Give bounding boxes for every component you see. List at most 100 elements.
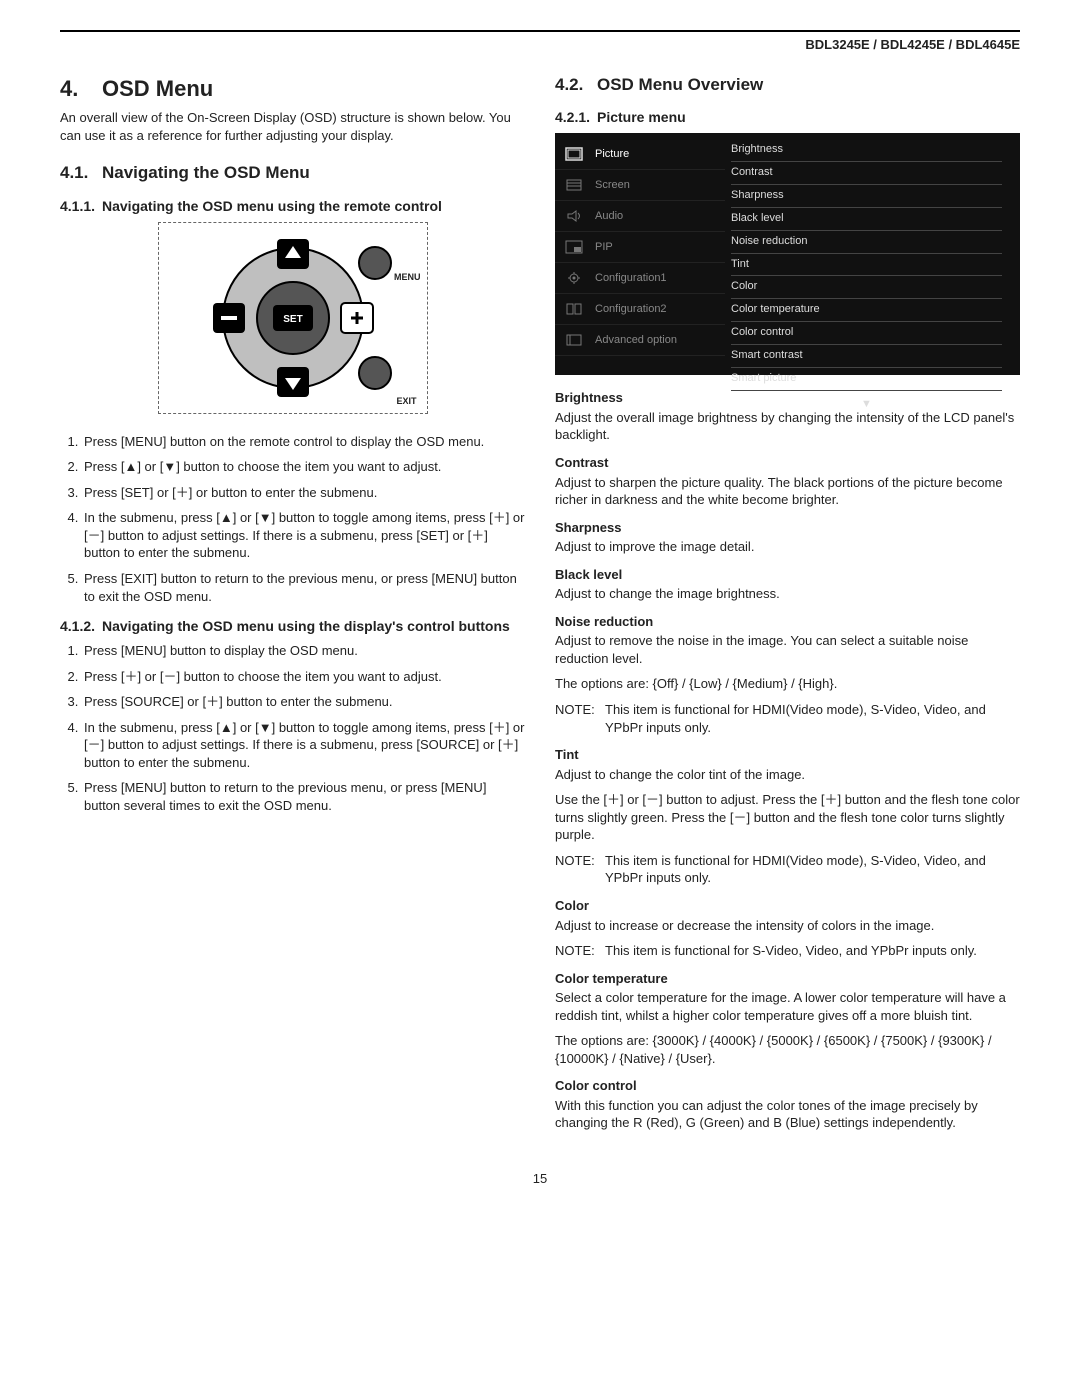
osd-submenu-item: Brightness	[731, 139, 1002, 162]
note-row: NOTE: This item is functional for HDMI(V…	[555, 852, 1020, 887]
osd-menu-label: Advanced option	[595, 333, 677, 348]
note-text: This item is functional for HDMI(Video m…	[605, 852, 1020, 887]
step-item: Press [MENU] button to display the OSD m…	[82, 642, 525, 660]
remote-diagram-container: SET MENU EXIT	[60, 222, 525, 419]
heading-number: 4.2.1.	[555, 108, 597, 127]
def-title: Black level	[555, 566, 1020, 584]
osd-menu-item-advanced: Advanced option	[555, 325, 725, 356]
note-row: NOTE: This item is functional for HDMI(V…	[555, 701, 1020, 736]
def-title: Color	[555, 897, 1020, 915]
step-item: Press [SOURCE] or [＋] button to enter th…	[82, 693, 525, 711]
heading-number: 4.2.	[555, 74, 597, 97]
heading-number: 4.1.1.	[60, 197, 102, 216]
heading-number: 4.1.2.	[60, 617, 102, 636]
osd-menu-item-config2: Configuration2	[555, 294, 725, 325]
screen-icon	[563, 176, 585, 194]
heading-text: Navigating the OSD menu using the displa…	[102, 618, 510, 634]
def-body: Adjust to increase or decrease the inten…	[555, 917, 1020, 935]
exit-label: EXIT	[396, 395, 416, 407]
osd-menu-label: PIP	[595, 240, 613, 255]
osd-menu-item-audio: Audio	[555, 201, 725, 232]
osd-submenu-item: Contrast	[731, 162, 1002, 185]
osd-menu-label: Audio	[595, 209, 623, 224]
heading-text: OSD Menu	[102, 76, 213, 101]
def-body: Use the [＋] or [－] button to adjust. Pre…	[555, 791, 1020, 844]
heading-number: 4.1.	[60, 162, 102, 185]
def-title: Color control	[555, 1077, 1020, 1095]
step-item: In the submenu, press [▲] or [▼] button …	[82, 719, 525, 772]
def-body: With this function you can adjust the co…	[555, 1097, 1020, 1132]
def-body: Adjust to remove the noise in the image.…	[555, 632, 1020, 667]
heading-text: Navigating the OSD menu using the remote…	[102, 198, 442, 214]
osd-submenu-item: Color control	[731, 322, 1002, 345]
config2-icon	[563, 300, 585, 318]
osd-submenu-item: Sharpness	[731, 185, 1002, 208]
heading-text: OSD Menu Overview	[597, 75, 763, 94]
remote-svg: SET	[173, 233, 413, 403]
audio-icon	[563, 207, 585, 225]
def-options: The options are: {3000K} / {4000K} / {50…	[555, 1032, 1020, 1067]
def-body: Adjust to improve the image detail.	[555, 538, 1020, 556]
osd-submenu-item: Tint	[731, 254, 1002, 277]
pip-icon	[563, 238, 585, 256]
picture-icon	[563, 145, 585, 163]
advanced-icon	[563, 331, 585, 349]
osd-menu-label: Configuration1	[595, 271, 667, 286]
steps-remote: Press [MENU] button on the remote contro…	[60, 433, 525, 605]
osd-menu-item-picture: Picture	[555, 139, 725, 170]
osd-submenu-item: Color temperature	[731, 299, 1002, 322]
heading-text: Picture menu	[597, 109, 686, 125]
osd-submenu-item: Smart picture	[731, 368, 1002, 391]
scroll-down-indicator: ▼	[731, 397, 1002, 412]
step-item: Press [＋] or [－] button to choose the it…	[82, 668, 525, 686]
note-text: This item is functional for S-Video, Vid…	[605, 942, 1020, 960]
osd-submenu-item: Noise reduction	[731, 231, 1002, 254]
def-body: Adjust to change the color tint of the i…	[555, 766, 1020, 784]
def-body: Adjust to sharpen the picture quality. T…	[555, 474, 1020, 509]
right-column: 4.2.OSD Menu Overview 4.2.1.Picture menu…	[555, 64, 1020, 1140]
osd-menu-item-pip: PIP	[555, 232, 725, 263]
section-4-1-1-heading: 4.1.1.Navigating the OSD menu using the …	[60, 197, 525, 216]
osd-screenshot: Picture Screen Audio PIP Configuration1	[555, 133, 1020, 375]
osd-submenu-item: Black level	[731, 208, 1002, 231]
def-title: Sharpness	[555, 519, 1020, 537]
osd-menu-label: Configuration2	[595, 302, 667, 317]
osd-menu-right: Brightness Contrast Sharpness Black leve…	[725, 133, 1020, 375]
step-item: Press [SET] or [＋] or button to enter th…	[82, 484, 525, 502]
osd-menu-label: Screen	[595, 178, 630, 193]
section-4-1-2-heading: 4.1.2.Navigating the OSD menu using the …	[60, 617, 525, 636]
note-text: This item is functional for HDMI(Video m…	[605, 701, 1020, 736]
osd-menu-label: Picture	[595, 147, 629, 162]
def-options: The options are: {Off} / {Low} / {Medium…	[555, 675, 1020, 693]
def-title: Tint	[555, 746, 1020, 764]
section-4-2-1-heading: 4.2.1.Picture menu	[555, 108, 1020, 127]
heading-text: Navigating the OSD Menu	[102, 163, 310, 182]
step-item: Press [MENU] button on the remote contro…	[82, 433, 525, 451]
def-title: Color temperature	[555, 970, 1020, 988]
note-label: NOTE:	[555, 942, 605, 960]
page-number: 15	[60, 1170, 1020, 1188]
menu-label: MENU	[394, 271, 421, 283]
step-item: Press [MENU] button to return to the pre…	[82, 779, 525, 814]
step-item: In the submenu, press [▲] or [▼] button …	[82, 509, 525, 562]
intro-paragraph: An overall view of the On-Screen Display…	[60, 109, 525, 144]
gear-icon	[563, 269, 585, 287]
section-4-1-heading: 4.1.Navigating the OSD Menu	[60, 162, 525, 185]
def-body: Select a color temperature for the image…	[555, 989, 1020, 1024]
section-4-heading: 4.OSD Menu	[60, 74, 525, 104]
step-item: Press [▲] or [▼] button to choose the it…	[82, 458, 525, 476]
steps-display-buttons: Press [MENU] button to display the OSD m…	[60, 642, 525, 814]
osd-menu-item-screen: Screen	[555, 170, 725, 201]
header-model-ids: BDL3245E / BDL4245E / BDL4645E	[60, 30, 1020, 54]
osd-menu-left: Picture Screen Audio PIP Configuration1	[555, 133, 725, 375]
osd-menu-item-config1: Configuration1	[555, 263, 725, 294]
heading-number: 4.	[60, 74, 102, 104]
def-title: Contrast	[555, 454, 1020, 472]
left-column: 4.OSD Menu An overall view of the On-Scr…	[60, 64, 525, 1140]
section-4-2-heading: 4.2.OSD Menu Overview	[555, 74, 1020, 97]
def-title: Noise reduction	[555, 613, 1020, 631]
step-item: Press [EXIT] button to return to the pre…	[82, 570, 525, 605]
note-row: NOTE: This item is functional for S-Vide…	[555, 942, 1020, 960]
svg-text:SET: SET	[283, 314, 302, 325]
note-label: NOTE:	[555, 701, 605, 736]
